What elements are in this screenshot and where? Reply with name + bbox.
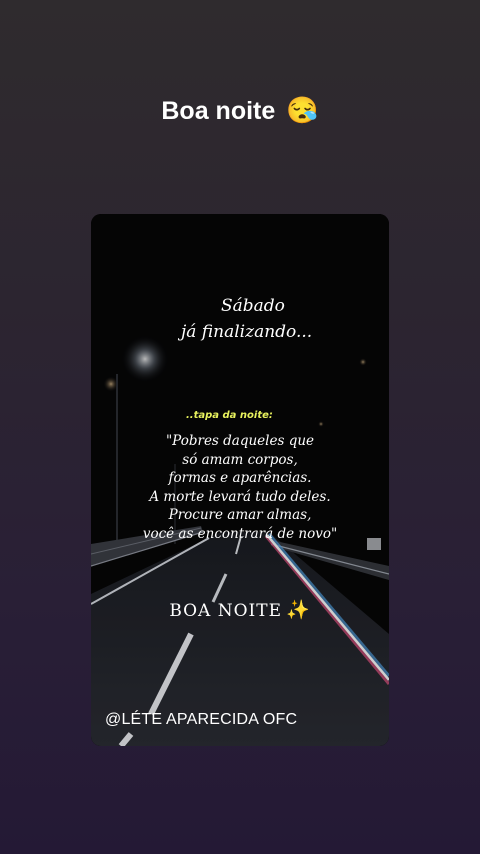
goodnight-text: BOA NOITE ✨: [91, 598, 389, 621]
author-credit: @LÉTE APARECIDA OFC: [105, 711, 298, 728]
quote-line: Procure amar almas,: [168, 507, 312, 523]
quote-line: só amam corpos,: [182, 451, 298, 468]
quote-block: "Pobres daqueles que só amam corpos, for…: [91, 432, 389, 543]
quote-line: "Pobres daqueles que: [165, 433, 315, 449]
sleepy-face-icon: 😪: [286, 95, 319, 125]
tag-label: ..tapa da noite:: [186, 410, 273, 421]
goodnight-label: BOA NOITE: [169, 601, 283, 621]
quote-line: formas e aparências.: [168, 470, 312, 486]
card-heading-line1: Sábado: [221, 296, 285, 316]
sparkles-icon: ✨: [286, 599, 311, 621]
story-title: Boa noite 😪: [0, 90, 480, 131]
story-image-card[interactable]: Sábado já finalizando... ..tapa da noite…: [91, 214, 389, 746]
card-heading-line2: já finalizando...: [181, 322, 313, 342]
quote-line: A morte levará tudo deles.: [149, 488, 331, 505]
story-title-text: Boa noite: [161, 97, 276, 125]
quote-line: você as encontrará de novo": [142, 525, 338, 542]
